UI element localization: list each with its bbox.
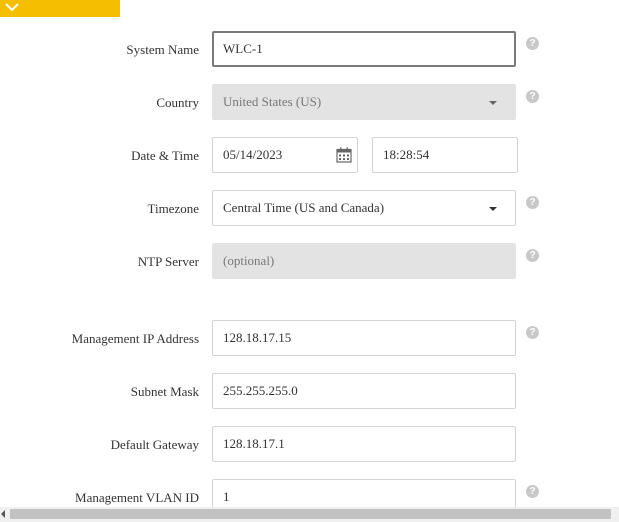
country-select[interactable]: United States (US): [212, 84, 516, 120]
default-gateway-label: Default Gateway: [110, 437, 199, 452]
default-gateway-input[interactable]: 128.18.17.1: [212, 426, 516, 462]
ntp-server-label: NTP Server: [137, 254, 199, 269]
subnet-mask-input[interactable]: 255.255.255.0: [212, 373, 516, 409]
mgmt-ip-row: Management IP Address 128.18.17.15 ?: [0, 320, 619, 358]
date-input[interactable]: 05/14/2023: [212, 137, 358, 173]
help-icon[interactable]: ?: [526, 249, 539, 262]
timezone-row: Timezone Central Time (US and Canada) ?: [0, 190, 619, 228]
time-input[interactable]: 18:28:54: [372, 137, 518, 173]
timezone-select[interactable]: Central Time (US and Canada): [212, 190, 516, 226]
scrollbar-thumb[interactable]: [10, 509, 611, 519]
timezone-value: Central Time (US and Canada): [223, 200, 385, 215]
date-time-row: Date & Time 05/14/2023 18:28:54: [0, 137, 619, 175]
timezone-label: Timezone: [147, 201, 199, 216]
section-collapse-tab[interactable]: [0, 0, 120, 17]
mgmt-ip-label: Management IP Address: [71, 331, 199, 346]
ntp-server-input[interactable]: (optional): [212, 243, 516, 279]
help-icon[interactable]: ?: [526, 37, 539, 50]
mgmt-ip-input[interactable]: 128.18.17.15: [212, 320, 516, 356]
dropdown-caret-icon: [489, 207, 497, 211]
help-icon[interactable]: ?: [526, 326, 539, 339]
default-gateway-row: Default Gateway 128.18.17.1: [0, 426, 619, 464]
system-name-label: System Name: [126, 42, 199, 57]
ntp-server-row: NTP Server (optional) ?: [0, 243, 619, 281]
country-label: Country: [156, 95, 199, 110]
country-row: Country United States (US) ?: [0, 84, 619, 122]
date-value: 05/14/2023: [223, 147, 283, 162]
dropdown-caret-icon: [489, 101, 497, 105]
help-icon[interactable]: ?: [526, 90, 539, 103]
subnet-mask-label: Subnet Mask: [130, 384, 199, 399]
system-name-row: System Name WLC-1 ?: [0, 31, 619, 69]
scroll-left-arrow-icon[interactable]: [1, 510, 5, 518]
system-name-input[interactable]: WLC-1: [212, 31, 516, 67]
date-time-label: Date & Time: [131, 148, 199, 163]
horizontal-scrollbar[interactable]: [0, 507, 619, 522]
calendar-icon[interactable]: [336, 147, 352, 163]
subnet-mask-row: Subnet Mask 255.255.255.0: [0, 373, 619, 411]
help-icon[interactable]: ?: [526, 485, 539, 498]
country-value: United States (US): [223, 94, 322, 109]
chevron-down-icon: [5, 3, 19, 12]
help-icon[interactable]: ?: [526, 196, 539, 209]
